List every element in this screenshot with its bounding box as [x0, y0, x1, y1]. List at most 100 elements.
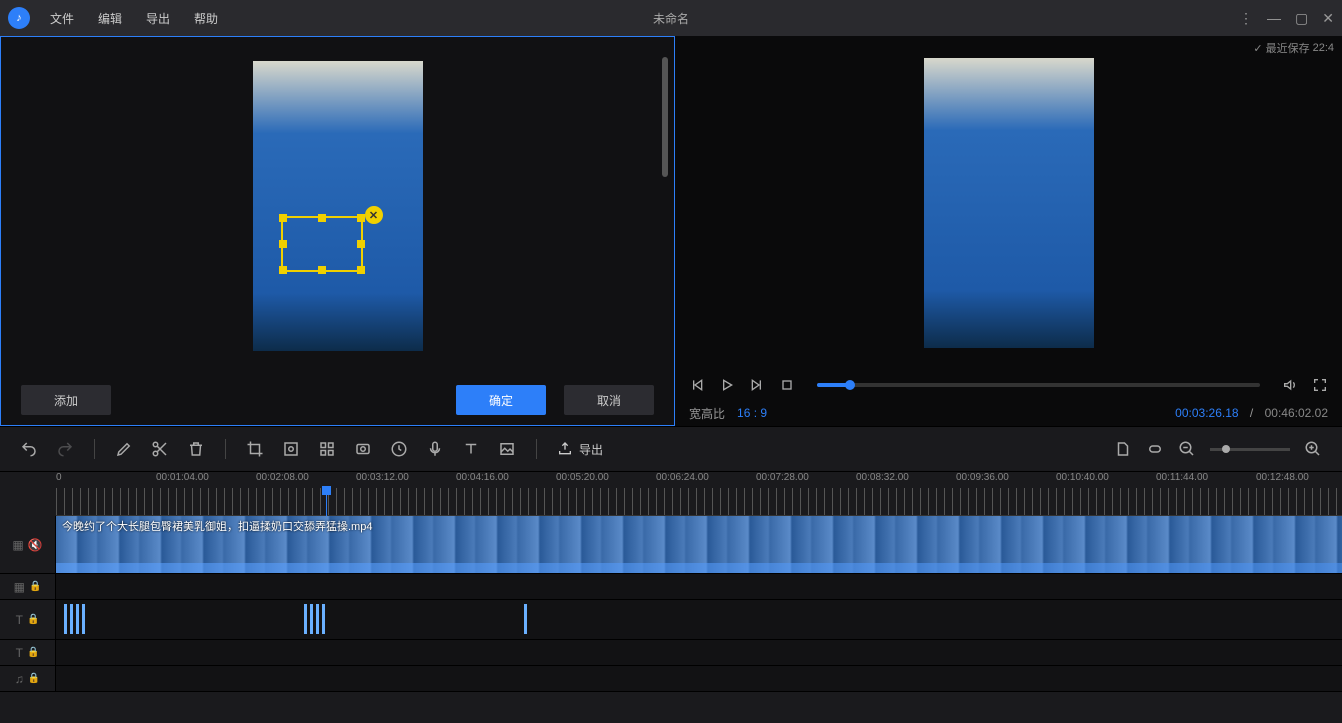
prev-frame-icon[interactable]: [689, 377, 705, 393]
zoom-in-icon[interactable]: [1304, 440, 1322, 458]
video-clip[interactable]: 今晚约了个大长腿包臀裙美乳御姐，扣逼揉奶口交舔弄猛操.mp4: [56, 516, 1342, 573]
ruler-label: 00:02:08.00: [256, 472, 309, 483]
divider: [94, 439, 95, 459]
menu-export[interactable]: 导出: [136, 6, 180, 31]
minimize-icon[interactable]: —: [1267, 10, 1281, 26]
handle-bottom-mid[interactable]: [318, 266, 326, 274]
track-video: ▦ 🔇 今晚约了个大长腿包臀裙美乳御姐，扣逼揉奶口交舔弄猛操.mp4: [0, 516, 1342, 574]
track-head-text1: T 🔒: [0, 600, 56, 639]
more-icon[interactable]: ⋮: [1239, 10, 1253, 27]
text-marker-group[interactable]: [304, 604, 325, 634]
lock-icon[interactable]: 🔒: [27, 614, 39, 625]
maximize-icon[interactable]: ▢: [1295, 10, 1308, 27]
ruler-label: 00:06:24.00: [656, 472, 709, 483]
crop-video-frame[interactable]: ✕: [253, 61, 423, 351]
volume-icon[interactable]: [1282, 377, 1298, 393]
track-text1: T 🔒: [0, 600, 1342, 640]
zoom-slider[interactable]: [1210, 448, 1290, 451]
aspect-value[interactable]: 16 : 9: [737, 406, 767, 420]
track-audio: ♫ 🔒: [0, 666, 1342, 692]
track-head-text2: T 🔒: [0, 640, 56, 665]
zoom-out-icon[interactable]: [1178, 440, 1196, 458]
close-icon[interactable]: ✕: [1322, 10, 1334, 27]
preview-stage: [675, 36, 1342, 370]
track-head-audio: ♫ 🔒: [0, 666, 56, 691]
timecode-row: 宽高比 16 : 9 00:03:26.18 / 00:46:02.02: [675, 400, 1342, 426]
ruler-label: 00:09:36.00: [956, 472, 1009, 483]
menu-edit[interactable]: 编辑: [88, 6, 132, 31]
add-button[interactable]: 添加: [21, 385, 111, 415]
seekbar-thumb[interactable]: [845, 380, 855, 390]
handle-mid-right[interactable]: [357, 240, 365, 248]
crop-icon[interactable]: [246, 440, 264, 458]
confirm-button[interactable]: 确定: [456, 385, 546, 415]
grid-icon[interactable]: [318, 440, 336, 458]
ruler-ticks: [56, 488, 1342, 516]
scissors-icon[interactable]: [151, 440, 169, 458]
zoom-controls: [1114, 440, 1322, 458]
handle-top-mid[interactable]: [318, 214, 326, 222]
stop-icon[interactable]: [779, 377, 795, 393]
track-body-text2[interactable]: [56, 640, 1342, 665]
window-controls: ⋮ — ▢ ✕: [1239, 10, 1334, 27]
check-icon: ✓: [1253, 42, 1262, 55]
ruler-label: 00:12:48.00: [1256, 472, 1309, 483]
fullscreen-icon[interactable]: [1312, 377, 1328, 393]
timecode-current: 00:03:26.18: [1175, 406, 1238, 420]
record-icon[interactable]: [354, 440, 372, 458]
text-icon[interactable]: [462, 440, 480, 458]
track-body-text1[interactable]: [56, 600, 1342, 639]
text-track-icon: T: [16, 613, 23, 627]
lock-icon[interactable]: 🔒: [27, 647, 39, 658]
marker-start-icon[interactable]: [1114, 440, 1132, 458]
app-logo: ♪: [8, 7, 30, 29]
trash-icon[interactable]: [187, 440, 205, 458]
text-marker-group[interactable]: [64, 604, 85, 634]
speed-icon[interactable]: [390, 440, 408, 458]
pencil-icon[interactable]: [115, 440, 133, 458]
marker-end-icon[interactable]: [1146, 440, 1164, 458]
handle-bottom-left[interactable]: [279, 266, 287, 274]
track-head-video: ▦ 🔇: [0, 516, 56, 573]
track-body-overlay[interactable]: [56, 574, 1342, 599]
seekbar[interactable]: [817, 383, 1260, 387]
text-track-icon: T: [16, 646, 23, 660]
image-icon[interactable]: [498, 440, 516, 458]
cancel-button[interactable]: 取消: [564, 385, 654, 415]
track-body-audio[interactable]: [56, 666, 1342, 691]
track-body-video[interactable]: 今晚约了个大长腿包臀裙美乳御姐，扣逼揉奶口交舔弄猛操.mp4: [56, 516, 1342, 573]
crop-stage[interactable]: ✕: [1, 37, 674, 375]
divider: [536, 439, 537, 459]
timeline-ruler[interactable]: 000:01:04.0000:02:08.0000:03:12.0000:04:…: [0, 472, 1342, 516]
divider: [225, 439, 226, 459]
mosaic-icon[interactable]: [282, 440, 300, 458]
selection-box[interactable]: ✕: [281, 216, 363, 272]
handle-top-right[interactable]: [357, 214, 365, 222]
preview-panel: ✓ 最近保存 22:4 宽高比 16 : 9 00:03:26.18: [675, 36, 1342, 426]
handle-bottom-right[interactable]: [357, 266, 365, 274]
ruler-label: 00:03:12.00: [356, 472, 409, 483]
selection-remove-icon[interactable]: ✕: [365, 206, 383, 224]
lock-icon[interactable]: 🔒: [29, 581, 41, 592]
timecode-sep: /: [1247, 406, 1257, 420]
mic-icon[interactable]: [426, 440, 444, 458]
play-icon[interactable]: [719, 377, 735, 393]
titlebar: ♪ 文件 编辑 导出 帮助 未命名 ⋮ — ▢ ✕: [0, 0, 1342, 36]
export-label: 导出: [579, 441, 603, 458]
lock-icon[interactable]: 🔒: [28, 673, 40, 684]
ruler-label: 00:08:32.00: [856, 472, 909, 483]
handle-mid-left[interactable]: [279, 240, 287, 248]
crop-scrollbar[interactable]: [662, 57, 668, 177]
mute-icon[interactable]: 🔇: [28, 538, 43, 552]
playhead[interactable]: [326, 486, 327, 516]
ruler-label: 00:11:44.00: [1156, 472, 1208, 483]
menu-help[interactable]: 帮助: [184, 6, 228, 31]
handle-top-left[interactable]: [279, 214, 287, 222]
menu-file[interactable]: 文件: [40, 6, 84, 31]
next-frame-icon[interactable]: [749, 377, 765, 393]
text-marker[interactable]: [524, 604, 527, 634]
zoom-thumb[interactable]: [1222, 445, 1230, 453]
export-button[interactable]: 导出: [557, 441, 603, 458]
redo-icon[interactable]: [56, 440, 74, 458]
undo-icon[interactable]: [20, 440, 38, 458]
